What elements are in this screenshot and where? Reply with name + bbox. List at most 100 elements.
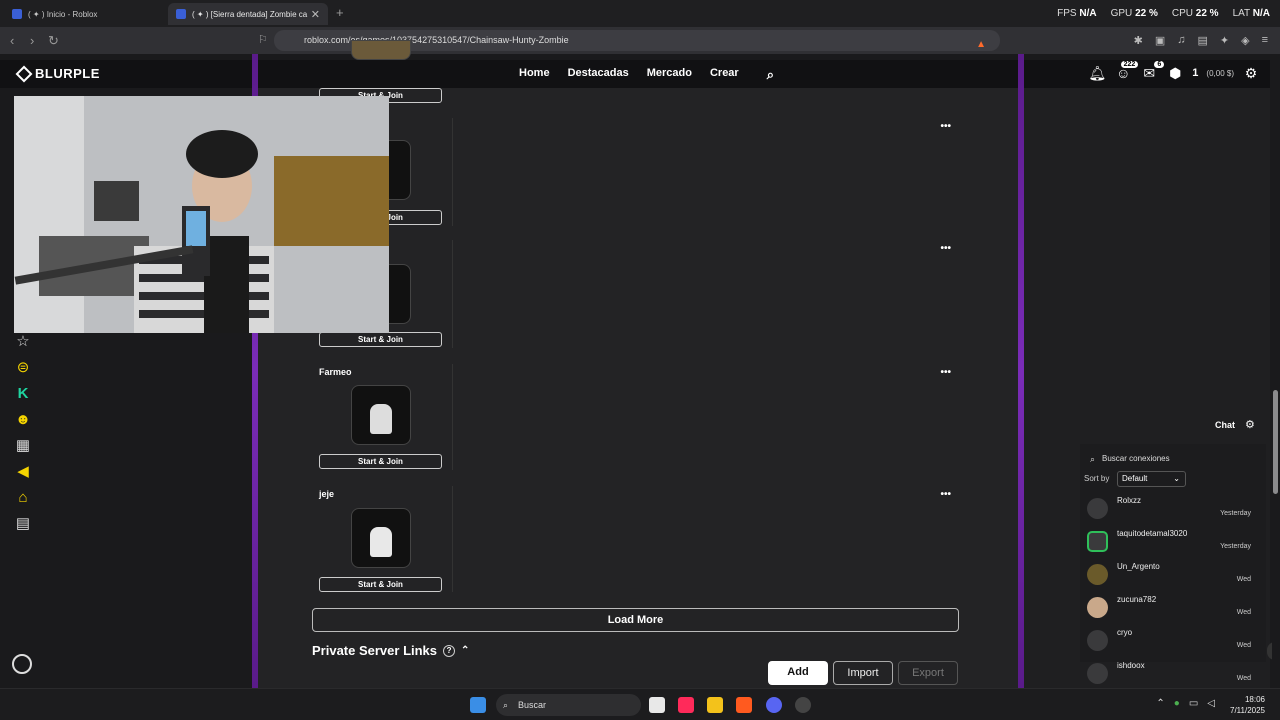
export-button[interactable]: Export [898, 661, 958, 685]
load-more-button[interactable]: Load More [312, 608, 959, 632]
store-icon[interactable] [649, 697, 665, 713]
site-logo[interactable]: BLURPLE [15, 65, 100, 82]
page-scrollbar[interactable] [1272, 54, 1280, 688]
cpu-value: 22 % [1195, 8, 1219, 19]
logo-icon [15, 65, 33, 82]
close-tab-icon[interactable]: ✕ [311, 8, 320, 21]
avatar[interactable] [12, 654, 32, 674]
gpu-label: GPU [1110, 8, 1133, 19]
search-icon: ⌕ [503, 700, 509, 710]
logo-text: BLURPLE [35, 66, 100, 81]
star-icon[interactable]: ☆ [16, 333, 29, 350]
settings-gear-icon[interactable]: ⚙ [1242, 64, 1260, 82]
start-join-button[interactable]: Start & Join [319, 577, 442, 592]
tiktok-icon[interactable] [678, 697, 694, 713]
left-icon-rail: ☆ ⊜ K ☻ ▦ ◀ ⌂ ▤ [13, 333, 33, 532]
wallet-icon[interactable]: ▣ [1155, 34, 1165, 47]
music-icon[interactable]: ♫ [1177, 34, 1185, 47]
cpu-label: CPU [1171, 8, 1193, 19]
megaphone-icon[interactable]: ◀ [17, 463, 29, 480]
bloxstrap-icon[interactable]: ⊜ [17, 359, 30, 376]
bag-icon[interactable]: ⌂ [18, 489, 27, 506]
file-explorer-icon[interactable] [707, 697, 723, 713]
server-card: ••• Start & Join [319, 118, 959, 226]
import-button[interactable]: Import [833, 661, 893, 685]
connection-item[interactable]: ishdoox Wed [1087, 659, 1263, 687]
robux-value: (0,00 $) [1206, 68, 1234, 78]
app-icon[interactable] [795, 697, 811, 713]
chat-label[interactable]: Chat [1215, 420, 1235, 430]
notifications-icon[interactable]: 🔔︎ [1088, 64, 1106, 82]
start-join-button[interactable]: Start & Join [319, 332, 442, 347]
discord-icon[interactable] [766, 697, 782, 713]
leo-icon[interactable]: ✦ [1220, 34, 1229, 47]
reload-icon[interactable]: ↻ [48, 33, 59, 49]
messages-icon[interactable]: ✉ 6 [1140, 61, 1165, 82]
avatar-figure [370, 527, 392, 557]
connection-item[interactable]: zucuna782 Wed [1087, 593, 1263, 623]
more-options-icon[interactable]: ••• [940, 243, 951, 254]
connection-item[interactable]: Un_Argento Wed [1087, 560, 1263, 590]
robux-icon[interactable]: ⬢ [1166, 64, 1184, 82]
frame-icon[interactable]: ▦ [16, 437, 30, 454]
server-thumbnail [351, 385, 411, 445]
clock-date: 7/11/2025 [1230, 706, 1265, 715]
group-icon[interactable]: ☻ [15, 411, 31, 428]
start-join-button[interactable]: Start & Join [319, 454, 442, 469]
more-options-icon[interactable]: ••• [940, 367, 951, 378]
windows-start-icon[interactable] [470, 697, 486, 713]
document-icon[interactable]: ▤ [16, 515, 30, 532]
bookmark-icon[interactable]: ⚐ [258, 33, 268, 46]
k-icon[interactable]: K [18, 385, 29, 402]
scrollbar-thumb[interactable] [1273, 390, 1278, 494]
connection-item[interactable]: taquitodetamal3020 Yesterday [1087, 527, 1263, 557]
private-server-links-header: Private Server Links ? ⌃ [312, 643, 469, 658]
menu-icon[interactable]: ≡ [1262, 34, 1268, 47]
more-options-icon[interactable]: ••• [940, 489, 951, 500]
server-thumbnail [351, 508, 411, 568]
tab-zombie[interactable]: ( ✦ ) [Sierra dentada] Zombie ca ✕ [168, 3, 328, 25]
connection-time: Yesterday [1220, 543, 1251, 550]
brave-browser-icon[interactable] [736, 697, 752, 713]
messages-badge: 6 [1154, 61, 1165, 68]
tab-inicio[interactable]: ( ✦ ) Inicio - Roblox [4, 3, 164, 25]
avatar [1087, 630, 1108, 651]
microphone-icon[interactable]: ● [1174, 698, 1180, 709]
forward-icon[interactable]: › [30, 33, 34, 48]
back-icon[interactable]: ‹ [10, 33, 14, 48]
sort-select[interactable]: Default ⌄ [1117, 471, 1186, 487]
add-button[interactable]: Add [768, 661, 828, 685]
nav-right: 🔔︎ ☺ 222 ✉ 6 ⬢ 1 (0,00 $) ⚙ [1088, 61, 1260, 82]
connection-time: Wed [1236, 675, 1251, 682]
new-tab-button[interactable]: + [336, 5, 344, 20]
help-icon[interactable]: ? [443, 644, 456, 657]
connection-name: taquitodetamal3020 [1117, 529, 1188, 538]
chevron-up-icon[interactable]: ⌃ [1156, 698, 1164, 709]
taskbar-search[interactable]: ⌕ Buscar [496, 694, 641, 716]
extensions-icon[interactable]: ✱ [1134, 34, 1143, 47]
chat-settings-icon[interactable]: ⚙ [1245, 418, 1255, 431]
robux-count[interactable]: 1 [1192, 67, 1198, 79]
lat-value: N/A [1252, 8, 1270, 19]
sidebar-icon[interactable]: ▤ [1197, 34, 1207, 47]
vpn-icon[interactable]: ◈ [1241, 34, 1249, 47]
browser-toolbar-icons: ✱ ▣ ♫ ▤ ✦ ◈ ≡ [1134, 34, 1268, 47]
connection-time: Wed [1236, 609, 1251, 616]
more-options-icon[interactable]: ••• [940, 121, 951, 132]
network-icon[interactable]: ▭ [1189, 698, 1198, 709]
chevron-up-icon[interactable]: ⌃ [461, 645, 469, 656]
connection-item[interactable]: cryo Wed [1087, 626, 1263, 656]
connection-time: Wed [1236, 642, 1251, 649]
connection-name: Rolxzz [1117, 496, 1142, 505]
connection-item[interactable]: Rolxzz Yesterday [1087, 494, 1263, 524]
taskbar-search-label: Buscar [518, 700, 547, 710]
gpu-value: 22 % [1135, 8, 1158, 19]
clock[interactable]: 18:06 7/11/2025 [1230, 694, 1265, 716]
divider [452, 240, 453, 348]
connection-time: Wed [1236, 576, 1251, 583]
brave-shield-icon[interactable]: ▲ [976, 34, 986, 55]
volume-icon[interactable]: ◁ [1207, 698, 1215, 709]
roblox-icon [12, 9, 22, 19]
friends-icon[interactable]: ☺ 222 [1114, 61, 1139, 82]
connections-search[interactable]: ⌕ Buscar conexiones [1088, 450, 1258, 468]
